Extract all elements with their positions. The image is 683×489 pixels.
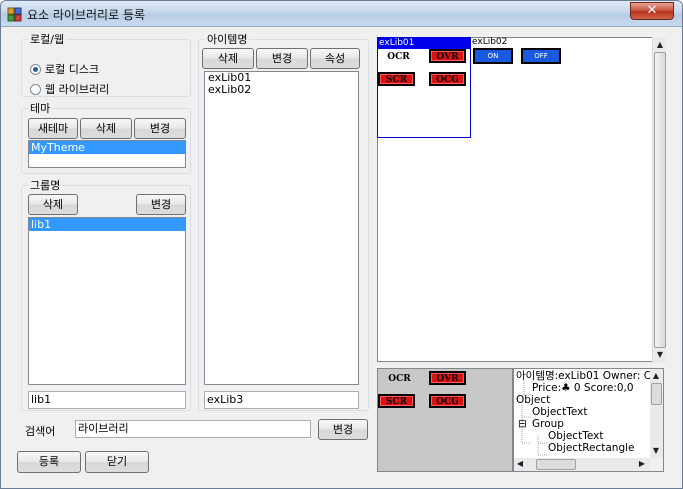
list-item[interactable]: MyTheme [29,141,185,154]
lib-box-title: exLib01 [378,38,470,49]
preview-ovr-symbol: OVR [429,371,466,385]
theme-list[interactable]: MyTheme [28,140,186,168]
scroll-left-icon[interactable]: ◀ [514,458,526,470]
radio-button-icon[interactable] [30,64,41,75]
scroll-down-icon[interactable]: ▼ [650,445,662,457]
edit-group-button[interactable]: 변경 [136,194,186,215]
tree-horizontal-scrollbar[interactable]: ◀ ▶ [514,458,650,471]
item-name-input[interactable]: exLib3 [204,391,359,409]
item-properties-button[interactable]: 속성 [310,48,360,69]
scroll-right-icon[interactable]: ▶ [636,458,648,470]
title-bar[interactable]: 요소 라이브러리로 등록 ✕ [1,1,682,27]
scroll-thumb[interactable] [651,383,662,405]
ovr-symbol[interactable]: OVR [429,49,466,63]
scroll-thumb[interactable] [654,52,666,348]
new-theme-button[interactable]: 새테마 [28,118,78,139]
close-button[interactable]: 닫기 [85,451,149,473]
ocg-symbol[interactable]: OCG [429,72,466,86]
scrollbar-corner [650,458,663,471]
tree-vertical-scrollbar[interactable]: ▲ ▼ [650,369,663,458]
register-button[interactable]: 등록 [17,451,81,473]
object-tree[interactable]: 아이템명:exLib01 Owner: Cr Price:♣ 0 Score:0… [513,368,664,472]
theme-legend: 테마 [30,102,51,115]
scroll-down-icon[interactable]: ▼ [654,349,666,361]
radio-web-library-label: 웹 라이브러리 [45,83,110,96]
preview-ocr-symbol: OCR [388,374,411,384]
edit-theme-button[interactable]: 변경 [134,118,186,139]
delete-item-button[interactable]: 삭제 [202,48,254,69]
window-title: 요소 라이브러리로 등록 [27,8,146,22]
search-label: 검색어 [25,425,56,438]
register-library-window: 요소 라이브러리로 등록 ✕ 로컬/웹 로컬 디스크 웹 라이브러리 테마 새테… [0,0,683,489]
preview-scr-symbol: SCR [378,394,415,408]
tree-node-object[interactable]: Object [516,394,550,406]
radio-local-disk[interactable]: 로컬 디스크 [30,63,99,77]
tree-node-objecttext-child[interactable]: ObjectText [548,430,603,442]
search-input[interactable]: 라이브러리 [75,420,311,438]
tree-node-objectrectangle[interactable]: ObjectRectangle [548,442,635,454]
delete-group-button[interactable]: 삭제 [28,194,78,215]
edit-item-button[interactable]: 변경 [256,48,308,69]
list-item[interactable]: lib1 [29,218,185,231]
location-legend: 로컬/웹 [30,33,65,46]
item-legend: 아이템명 [207,33,248,46]
item-list[interactable]: exLib01 exLib02 [204,71,359,385]
radio-button-icon[interactable] [30,84,41,95]
tree-node-group[interactable]: Group [532,418,564,430]
tree-node-price[interactable]: Price:♣ 0 Score:0,0 [532,382,634,394]
group-list[interactable]: lib1 [28,217,186,385]
tree-expander-icon[interactable]: ⊟ [518,418,527,430]
tree-node-objecttext[interactable]: ObjectText [532,406,587,418]
search-edit-button[interactable]: 변경 [318,419,368,440]
tree-node-header[interactable]: 아이템명:exLib01 Owner: Cr [516,370,655,382]
group-name-input[interactable]: lib1 [28,391,186,409]
scroll-thumb[interactable] [536,459,576,470]
scr-symbol[interactable]: SCR [378,72,415,86]
radio-web-library[interactable]: 웹 라이브러리 [30,83,109,97]
scroll-up-icon[interactable]: ▲ [654,39,666,51]
canvas-scrollbar[interactable]: ▲ ▼ [652,37,666,363]
location-group: 로컬/웹 로컬 디스크 웹 라이브러리 [21,31,191,97]
delete-theme-button[interactable]: 삭제 [80,118,132,139]
radio-local-disk-label: 로컬 디스크 [45,63,100,76]
ocr-symbol[interactable]: OCR [380,51,417,65]
scroll-up-icon[interactable]: ▲ [650,370,662,382]
on-symbol[interactable]: ON [473,48,513,64]
lib-box-title-exlib02[interactable]: exLib02 [472,37,507,48]
app-icon [7,7,22,22]
dialog-client: 로컬/웹 로컬 디스크 웹 라이브러리 테마 새테마 삭제 변경 MyTheme… [1,27,682,488]
group-legend: 그룹명 [30,179,61,192]
preview-ocg-symbol: OCG [429,394,466,408]
off-symbol[interactable]: OFF [521,48,561,64]
list-item[interactable]: exLib02 [205,84,358,96]
close-window-button[interactable]: ✕ [630,2,674,20]
